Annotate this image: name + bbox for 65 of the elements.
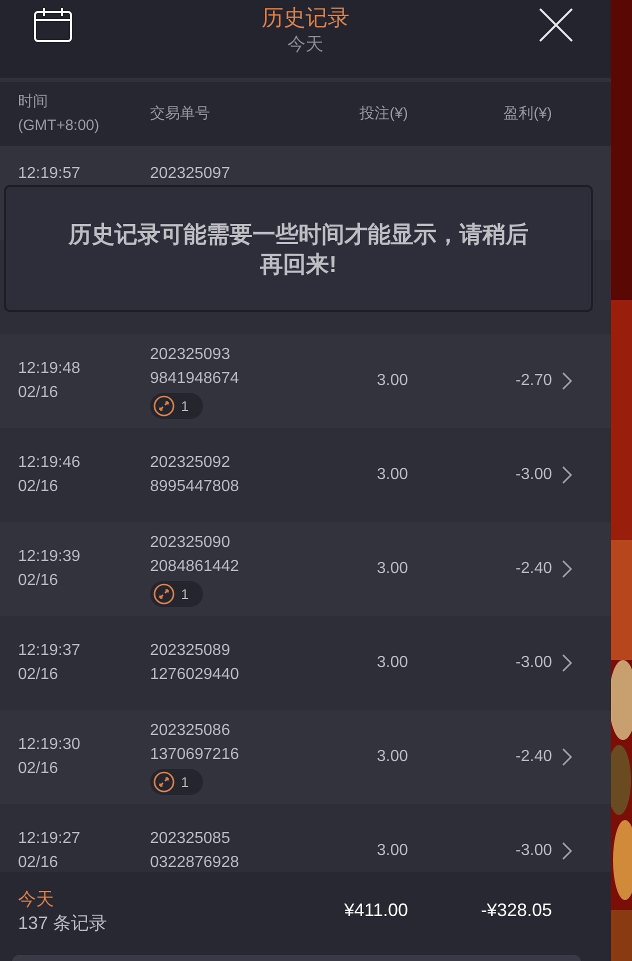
column-header: 交易单号 xyxy=(150,104,211,124)
arrows-icon xyxy=(153,583,175,605)
chevron-icon xyxy=(562,372,572,390)
total-stake: ¥411.00 xyxy=(343,900,408,922)
time-text: 12:19:30 xyxy=(18,735,80,755)
stake-amount: 3.00 xyxy=(376,559,408,579)
window-title: 历史记录 xyxy=(262,4,350,32)
order-number: 9841948674 xyxy=(150,369,239,389)
stake-amount: 3.00 xyxy=(376,747,408,767)
time-text: 12:19:39 xyxy=(18,547,80,567)
calendar-button[interactable] xyxy=(34,8,72,42)
date-text: 02/16 xyxy=(18,383,58,403)
profit-amount: -3.00 xyxy=(514,653,552,673)
arrows-icon xyxy=(153,771,175,793)
column-header: 盈利(¥) xyxy=(502,104,552,124)
chevron-icon xyxy=(562,560,572,578)
date-range-label: 今天 xyxy=(288,33,324,56)
bet-count-badge: 1 xyxy=(150,393,203,419)
order-number: 202325089 xyxy=(150,641,230,661)
order-number: 202325092 xyxy=(150,453,230,473)
time-text: 12:19:46 xyxy=(18,453,80,473)
chevron-icon xyxy=(562,466,572,484)
column-header: 时间 (GMT+8:00) xyxy=(18,92,100,136)
profit-amount: -3.00 xyxy=(514,465,552,485)
time-text: 12:19:48 xyxy=(18,359,80,379)
notice-message: 历史记录可能需要一些时间才能显示，请稍后再回来! xyxy=(4,185,593,312)
order-number: 202325085 xyxy=(150,829,230,849)
close-button[interactable] xyxy=(539,8,573,42)
date-text: 02/16 xyxy=(18,477,58,497)
date-text: 02/16 xyxy=(18,665,58,685)
bet-count-badge: 1 xyxy=(150,581,203,607)
stake-amount: 3.00 xyxy=(376,841,408,861)
column-header: 投注(¥) xyxy=(358,104,408,124)
calendar-icon xyxy=(34,8,72,42)
period-label: 今天 xyxy=(18,888,55,910)
chevron-icon xyxy=(562,842,572,860)
chevron-icon xyxy=(562,654,572,672)
close-icon xyxy=(539,8,573,42)
date-text: 02/16 xyxy=(18,571,58,591)
order-number: 202325090 xyxy=(150,533,230,553)
order-number: 1276029440 xyxy=(150,665,239,685)
arrows-icon xyxy=(153,395,175,417)
total-profit: -¥328.05 xyxy=(480,900,552,922)
time-text: 12:19:57 xyxy=(18,164,80,184)
profit-amount: -2.40 xyxy=(514,747,552,767)
record-count: 137 条记录 xyxy=(18,912,108,934)
bet-count-badge: 1 xyxy=(150,769,203,795)
order-number: 202325097 xyxy=(150,164,230,184)
stake-amount: 3.00 xyxy=(376,465,408,485)
order-number: 202325086 xyxy=(150,721,230,741)
order-number: 202325093 xyxy=(150,345,230,365)
date-text: 02/16 xyxy=(18,759,58,779)
profit-amount: -2.40 xyxy=(514,559,552,579)
profit-amount: -2.70 xyxy=(514,371,552,391)
date-text: 02/16 xyxy=(18,853,58,872)
order-number: 0322876928 xyxy=(150,853,239,872)
order-number: 2084861442 xyxy=(150,557,239,577)
time-text: 12:19:37 xyxy=(18,641,80,661)
order-number: 1370697216 xyxy=(150,745,239,765)
stake-amount: 3.00 xyxy=(376,371,408,391)
stake-amount: 3.00 xyxy=(376,653,408,673)
order-number: 8995447808 xyxy=(150,477,239,497)
chevron-icon xyxy=(562,748,572,766)
profit-amount: -3.00 xyxy=(514,841,552,861)
time-text: 12:19:27 xyxy=(18,829,80,849)
